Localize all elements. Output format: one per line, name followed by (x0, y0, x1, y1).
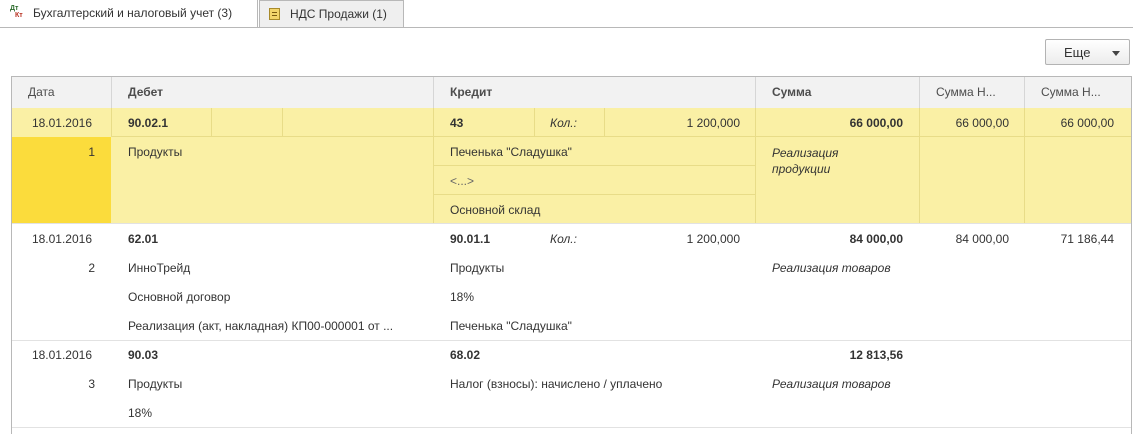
dt-kt-icon: Дт Кт (10, 5, 23, 19)
credit-subconto-2: 18% (450, 290, 475, 304)
row-number: 3 (88, 377, 95, 391)
debit-subconto-1: Продукты (128, 145, 183, 159)
sum-n1-value: 66 000,00 (955, 116, 1009, 130)
qty-value: 1 200,000 (686, 116, 740, 130)
tab-bar: Дт Кт Бухгалтерский и налоговый учет (3) … (0, 0, 1133, 28)
debit-subconto-1: ИнноТрейд (128, 261, 191, 275)
sum-value: 12 813,56 (849, 348, 903, 362)
debit-subconto-2: Основной договор (128, 290, 231, 304)
entries-table: Дата Дебет Кредит Сумма Сумма Н... Сумма… (11, 76, 1132, 434)
sum-value: 66 000,00 (849, 116, 903, 130)
more-button[interactable]: Еще (1045, 39, 1130, 65)
table-header: Дата Дебет Кредит Сумма Сумма Н... Сумма… (12, 77, 1131, 109)
header-sum[interactable]: Сумма (772, 85, 811, 99)
entry-content: Реализация товаров (772, 377, 891, 391)
debit-subconto-2: 18% (128, 406, 153, 420)
credit-subconto-3: Печенька "Сладушка" (450, 319, 572, 333)
sum-n2-value: 71 186,44 (1060, 232, 1114, 246)
row-date: 18.01.2016 (31, 232, 92, 246)
sum-n2-value: 66 000,00 (1060, 116, 1114, 130)
qty-label: Кол.: (550, 116, 577, 130)
row-date: 18.01.2016 (31, 348, 92, 362)
credit-account: 43 (450, 116, 464, 130)
tab-underline (0, 27, 1133, 28)
qty-label: Кол.: (550, 232, 577, 246)
sum-n1-value: 84 000,00 (955, 232, 1009, 246)
credit-subconto-2: <...> (450, 174, 475, 188)
debit-account: 62.01 (128, 232, 159, 246)
more-button-label: Еще (1064, 45, 1091, 60)
debit-account: 90.03 (128, 348, 159, 362)
chevron-down-icon (1112, 51, 1120, 56)
entry-content: Реализация продукции (772, 146, 839, 176)
row-date: 18.01.2016 (31, 116, 92, 130)
row-number: 2 (88, 261, 95, 275)
header-sum-n1[interactable]: Сумма Н... (936, 85, 996, 99)
header-credit[interactable]: Кредит (450, 85, 492, 99)
debit-account: 90.02.1 (128, 116, 169, 130)
document-icon (269, 8, 280, 20)
tab-accounting-label: Бухгалтерский и налоговый учет (3) (33, 6, 233, 20)
header-date[interactable]: Дата (28, 85, 55, 99)
entry-content: Реализация товаров (772, 261, 891, 275)
header-debit[interactable]: Дебет (128, 85, 163, 99)
credit-subconto-1: Налог (взносы): начислено / уплачено (450, 377, 663, 391)
credit-account: 90.01.1 (450, 232, 491, 246)
credit-account: 68.02 (450, 348, 481, 362)
credit-subconto-3: Основной склад (450, 203, 541, 217)
sum-value: 84 000,00 (849, 232, 903, 246)
debit-subconto-3: Реализация (акт, накладная) КП00-000001 … (128, 319, 394, 333)
row-number: 1 (88, 145, 95, 159)
debit-subconto-1: Продукты (128, 377, 183, 391)
tab-vat-sales[interactable]: НДС Продажи (1) (259, 0, 404, 27)
credit-subconto-1: Продукты (450, 261, 505, 275)
tab-accounting[interactable]: Дт Кт Бухгалтерский и налоговый учет (3) (0, 0, 258, 28)
qty-value: 1 200,000 (686, 232, 740, 246)
credit-subconto-1: Печенька "Сладушка" (450, 145, 572, 159)
tab-vat-sales-label: НДС Продажи (1) (290, 7, 387, 21)
header-sum-n2[interactable]: Сумма Н... (1041, 85, 1101, 99)
